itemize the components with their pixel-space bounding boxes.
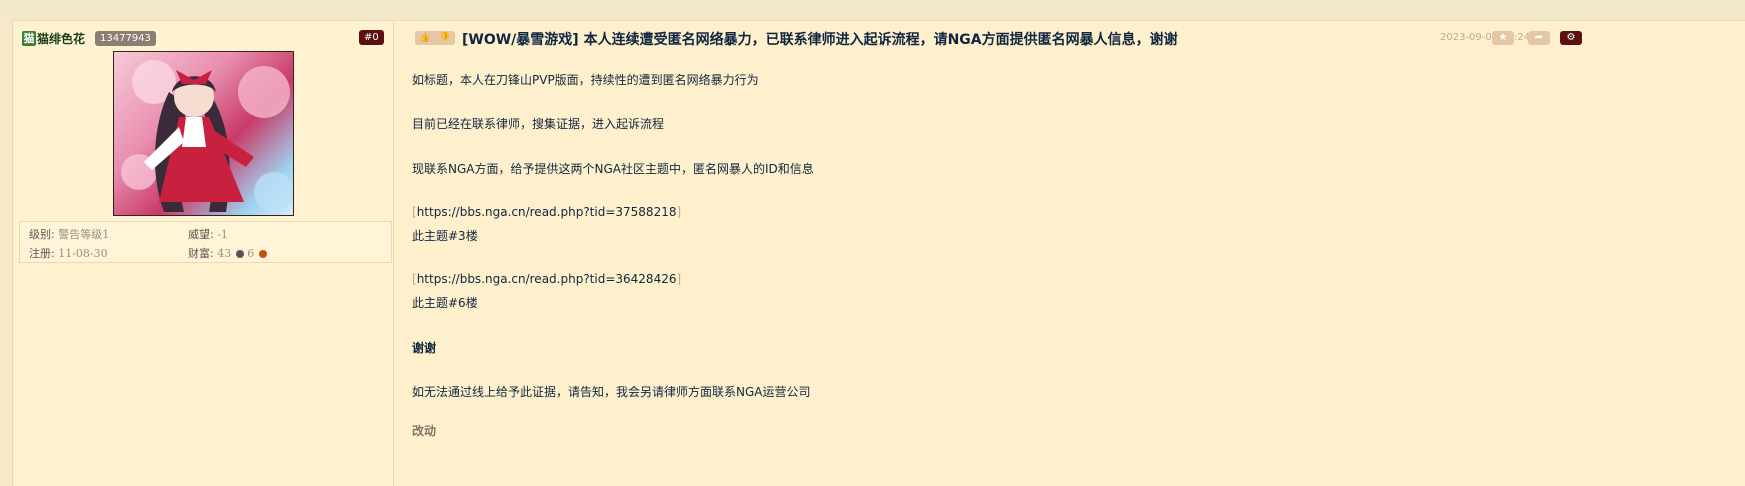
register-value: 11-08-30 bbox=[58, 247, 108, 260]
bracket-close: ] bbox=[676, 205, 682, 219]
top-band bbox=[0, 0, 1745, 20]
share-icon[interactable]: ➦ bbox=[1528, 31, 1550, 45]
user-stats: 级别: 警告等级1 威望: -1 注册: 11-08-30 财富: 43 6 bbox=[19, 221, 392, 263]
wealth-stat: 财富: 43 6 bbox=[188, 245, 267, 261]
bracket-close: ] bbox=[676, 272, 682, 286]
copper-coin-icon bbox=[258, 250, 267, 258]
star-icon[interactable]: ★ bbox=[1492, 31, 1514, 45]
reference-2: 此主题#6楼 bbox=[412, 296, 478, 310]
reputation-value: -1 bbox=[217, 228, 228, 241]
wealth-label: 财富: bbox=[188, 247, 214, 260]
paragraph-1: 如标题，本人在刀锋山PVP版面，持续性的遭到匿名网络暴力行为 bbox=[412, 73, 759, 87]
thumb-up-icon[interactable]: 👍 bbox=[419, 33, 430, 43]
gear-icon[interactable]: ⚙ bbox=[1560, 31, 1582, 45]
level-label: 级别: bbox=[29, 228, 55, 241]
reputation-stat: 威望: -1 bbox=[188, 226, 228, 242]
reference-1: 此主题#3楼 bbox=[412, 229, 478, 243]
post-content: 👍 👎 [WOW/暴雪游戏] 本人连续遭受匿名网络暴力，已联系律师进入起诉流程，… bbox=[394, 21, 1745, 486]
post-container: 猫 猫绯色花 13477943 #0 级别: 警告等级1 威望: -1 注册: … bbox=[12, 20, 1745, 486]
thumb-down-icon[interactable]: 👎 bbox=[439, 33, 450, 43]
link-line-2: [https://bbs.nga.cn/read.php?tid=3642842… bbox=[412, 272, 681, 286]
thread-link-2[interactable]: https://bbs.nga.cn/read.php?tid=36428426 bbox=[417, 272, 677, 286]
post-title[interactable]: [WOW/暴雪游戏] 本人连续遭受匿名网络暴力，已联系律师进入起诉流程，请NGA… bbox=[462, 29, 1178, 49]
vote-buttons: 👍 👎 bbox=[415, 31, 455, 45]
paragraph-3: 现联系NGA方面，给予提供这两个NGA社区主题中，匿名网暴人的ID和信息 bbox=[412, 162, 814, 176]
user-badge-icon: 猫 bbox=[22, 30, 36, 46]
user-header: 猫 猫绯色花 13477943 bbox=[22, 29, 156, 47]
paragraph-4: 如无法通过线上给予此证据，请告知，我会另请律师方面联系NGA运营公司 bbox=[412, 385, 811, 399]
user-panel: 猫 猫绯色花 13477943 #0 级别: 警告等级1 威望: -1 注册: … bbox=[13, 21, 394, 486]
avatar-image bbox=[121, 60, 293, 212]
silver-coin-icon bbox=[235, 250, 244, 258]
link-line-1: [https://bbs.nga.cn/read.php?tid=3758821… bbox=[412, 205, 681, 219]
wealth-value-2: 6 bbox=[247, 247, 255, 260]
username[interactable]: 猫绯色花 bbox=[37, 30, 85, 47]
register-stat: 注册: 11-08-30 bbox=[29, 245, 108, 261]
edit-note[interactable]: 改动 bbox=[412, 422, 436, 439]
paragraph-2: 目前已经在联系律师，搜集证据，进入起诉流程 bbox=[412, 117, 665, 131]
floor-badge[interactable]: #0 bbox=[359, 30, 384, 45]
user-id-badge[interactable]: 13477943 bbox=[95, 30, 156, 46]
wealth-value: 43 bbox=[217, 247, 232, 260]
thanks-text: 谢谢 bbox=[412, 341, 437, 355]
register-label: 注册: bbox=[29, 247, 55, 260]
level-value: 警告等级1 bbox=[58, 228, 110, 241]
level-stat: 级别: 警告等级1 bbox=[29, 226, 109, 242]
avatar[interactable] bbox=[113, 51, 294, 216]
post-date: 2023-09-03 09:24 bbox=[1440, 32, 1531, 43]
reputation-label: 威望: bbox=[188, 228, 214, 241]
thread-link-1[interactable]: https://bbs.nga.cn/read.php?tid=37588218 bbox=[417, 205, 677, 219]
